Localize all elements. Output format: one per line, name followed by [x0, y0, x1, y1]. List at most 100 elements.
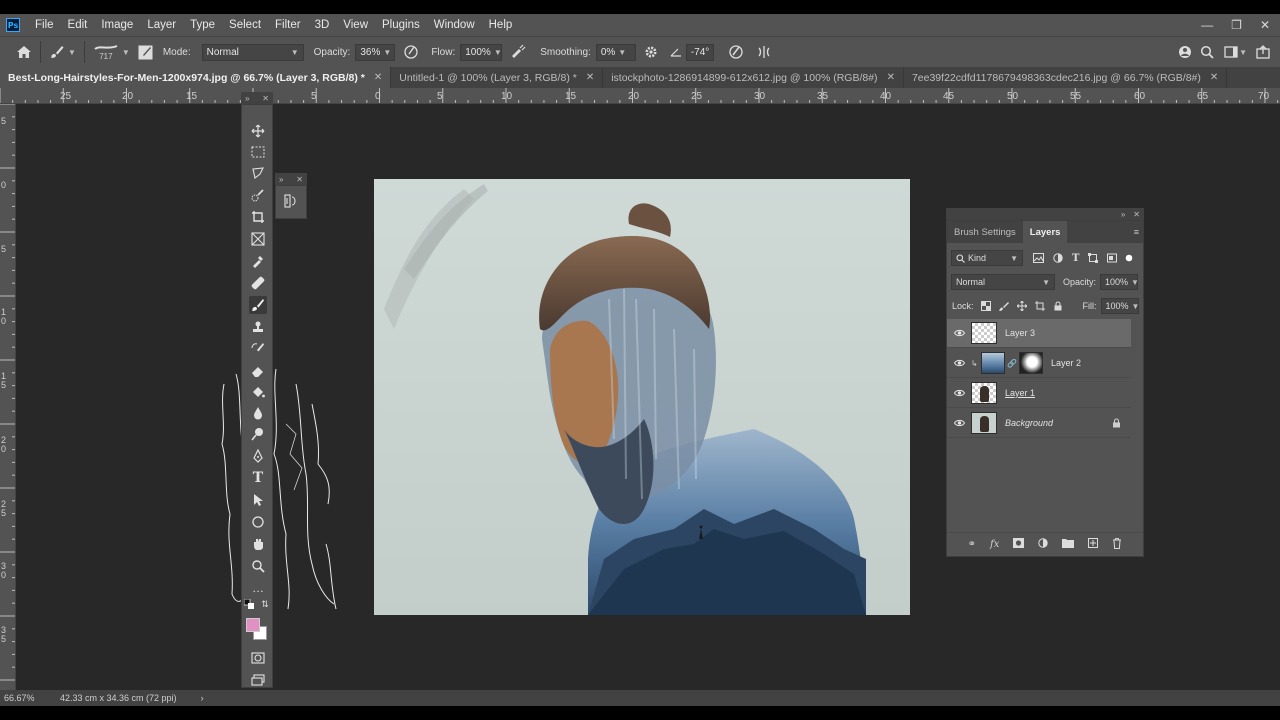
frame-tool-icon[interactable] [249, 230, 267, 248]
default-colors-icon[interactable] [244, 599, 254, 609]
layer-row-layer-1[interactable]: Layer 1 [947, 379, 1131, 408]
tab-document-4[interactable]: 7ee39f22cdfd1178679498363cdec216.jpg @ 6… [904, 67, 1228, 88]
trash-icon[interactable] [1112, 537, 1122, 552]
clone-stamp-tool-icon[interactable] [249, 318, 267, 336]
menu-layer[interactable]: Layer [140, 19, 183, 31]
layer-row-layer-2[interactable]: ↳ 🔗 Layer 2 [947, 349, 1131, 378]
menu-image[interactable]: Image [94, 19, 140, 31]
lock-all-icon[interactable] [1053, 301, 1064, 312]
lasso-tool-icon[interactable] [249, 164, 267, 182]
close-icon[interactable]: ✕ [296, 175, 303, 184]
gear-icon[interactable] [644, 45, 658, 59]
brush-tool-preset-icon[interactable] [49, 44, 65, 60]
lock-position-icon[interactable] [1017, 301, 1028, 312]
pen-tool-icon[interactable] [249, 447, 267, 465]
swap-colors-icon[interactable]: ⇅ [260, 599, 270, 609]
dodge-tool-icon[interactable] [249, 425, 267, 443]
filter-toggle-icon[interactable] [1125, 254, 1133, 262]
layer-row-layer-3[interactable]: Layer 3 [947, 319, 1131, 348]
share-icon[interactable] [1178, 45, 1192, 59]
filter-adjustment-icon[interactable] [1053, 253, 1063, 263]
path-selection-tool-icon[interactable] [249, 491, 267, 509]
chevron-down-icon[interactable]: ▼ [68, 48, 76, 57]
folder-icon[interactable] [1062, 538, 1075, 551]
blend-mode-select[interactable]: Normal ▼ [951, 274, 1055, 290]
fill-input[interactable]: 100% ▼ [1100, 298, 1139, 314]
close-icon[interactable]: ✕ [1210, 72, 1218, 83]
lock-artboard-icon[interactable] [1035, 301, 1046, 312]
smoothing-input[interactable]: 0% ▼ [595, 43, 636, 61]
home-icon[interactable] [16, 45, 32, 59]
type-tool-icon[interactable]: T [249, 469, 267, 487]
menu-filter[interactable]: Filter [268, 19, 308, 31]
brush-tool-icon[interactable] [249, 296, 267, 314]
close-window-icon[interactable]: ✕ [1260, 18, 1270, 32]
menu-help[interactable]: Help [482, 19, 520, 31]
eye-icon[interactable] [947, 389, 971, 397]
layer-filter-select[interactable]: Kind ▼ [951, 250, 1023, 266]
lock-icon[interactable] [1112, 418, 1121, 428]
menu-type[interactable]: Type [183, 19, 222, 31]
paint-bucket-tool-icon[interactable] [249, 383, 267, 401]
filter-smart-object-icon[interactable] [1107, 253, 1118, 263]
close-icon[interactable]: ✕ [1133, 210, 1140, 219]
minimize-icon[interactable]: — [1201, 18, 1213, 32]
menu-edit[interactable]: Edit [61, 19, 95, 31]
crop-tool-icon[interactable] [249, 208, 267, 226]
lock-pixels-icon[interactable] [999, 301, 1010, 312]
quick-selection-tool-icon[interactable] [249, 186, 267, 204]
workspace-icon[interactable] [1224, 45, 1240, 59]
filter-type-icon[interactable]: T [1072, 253, 1079, 264]
tab-document-1[interactable]: Best-Long-Hairstyles-For-Men-1200x974.jp… [0, 67, 392, 88]
search-icon[interactable] [1200, 45, 1214, 59]
chevron-down-icon[interactable]: ▼ [1239, 48, 1247, 57]
link-layers-icon[interactable]: ⚭ [968, 539, 976, 550]
symmetry-icon[interactable] [756, 44, 772, 60]
hand-tool-icon[interactable] [249, 535, 267, 553]
lock-transparent-icon[interactable] [981, 301, 992, 312]
more-tools-icon[interactable]: … [249, 579, 267, 597]
blur-tool-icon[interactable] [249, 404, 267, 422]
brush-presets-icon[interactable] [284, 193, 298, 212]
menu-view[interactable]: View [336, 19, 375, 31]
airbrush-icon[interactable] [510, 44, 526, 60]
angle-input[interactable]: -74° [685, 43, 714, 61]
new-layer-icon[interactable] [1088, 538, 1099, 551]
tab-brush-settings[interactable]: Brush Settings [947, 221, 1023, 243]
eraser-tool-icon[interactable] [249, 362, 267, 380]
zoom-level[interactable]: 66.67% [4, 693, 54, 703]
panel-menu-icon[interactable]: ≡ [1134, 227, 1139, 237]
eye-icon[interactable] [947, 359, 971, 367]
close-icon[interactable]: ✕ [262, 94, 269, 103]
add-mask-icon[interactable] [1013, 538, 1025, 551]
mode-select[interactable]: Normal ▼ [201, 43, 304, 61]
chevron-right-icon[interactable]: › [201, 693, 204, 703]
healing-brush-tool-icon[interactable] [249, 274, 267, 292]
filter-shape-icon[interactable] [1088, 253, 1099, 263]
tab-layers[interactable]: Layers [1022, 221, 1068, 243]
pressure-opacity-icon[interactable] [403, 44, 419, 60]
eye-icon[interactable] [947, 419, 971, 427]
opacity-input[interactable]: 36% ▼ [355, 43, 396, 61]
restore-icon[interactable]: ❐ [1231, 18, 1242, 32]
toolbar-header[interactable]: » ✕ [241, 92, 273, 104]
layers-panel-header[interactable]: » ✕ [946, 208, 1144, 220]
screen-mode-icon[interactable] [249, 671, 267, 689]
marquee-tool-icon[interactable] [249, 143, 267, 161]
menu-plugins[interactable]: Plugins [375, 19, 427, 31]
tab-document-3[interactable]: istockphoto-1286914899-612x612.jpg @ 100… [603, 67, 904, 88]
foreground-color-swatch[interactable] [246, 618, 260, 632]
layer-opacity-input[interactable]: 100% ▼ [1100, 274, 1139, 290]
pressure-size-icon[interactable] [728, 44, 744, 60]
link-icon[interactable]: 🔗 [1007, 359, 1017, 368]
chevron-down-icon[interactable]: ▼ [122, 48, 130, 57]
close-icon[interactable]: ✕ [586, 72, 594, 83]
eye-icon[interactable] [947, 329, 971, 337]
share-upload-icon[interactable] [1256, 45, 1270, 59]
move-tool-icon[interactable] [249, 122, 267, 140]
shape-tool-icon[interactable] [249, 513, 267, 531]
collapse-icon[interactable]: » [1121, 210, 1125, 219]
collapse-icon[interactable]: » [245, 94, 249, 103]
menu-file[interactable]: File [28, 19, 61, 31]
document-canvas[interactable] [374, 179, 910, 615]
